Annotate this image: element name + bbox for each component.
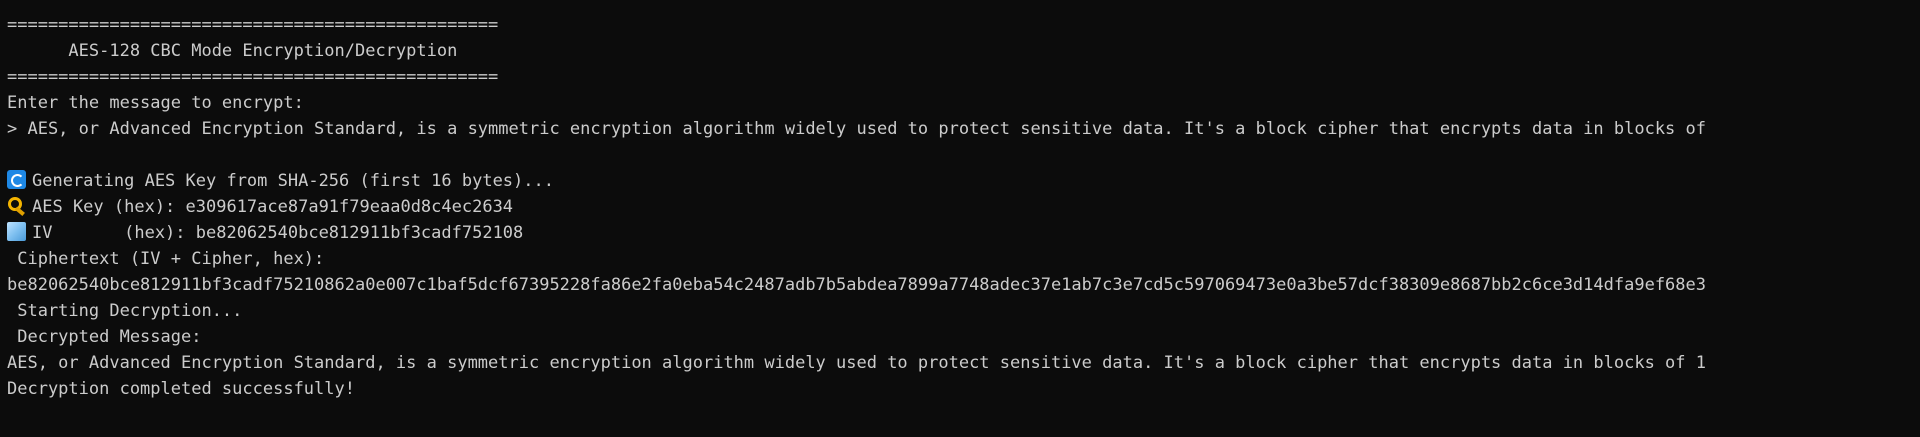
decryption-complete-line: Decryption completed successfully! (7, 379, 355, 399)
aes-key-line: AES Key (hex): e309617ace87a91f79eaa0d8c… (0, 194, 1920, 220)
banner-bottom-rule: ========================================… (7, 67, 499, 87)
generating-key-line: Generating AES Key from SHA-256 (first 1… (0, 168, 1920, 194)
user-input-line: > AES, or Advanced Encryption Standard, … (7, 119, 1706, 139)
generating-key-text: Generating AES Key from SHA-256 (first 1… (32, 171, 554, 191)
decrypted-message-value: AES, or Advanced Encryption Standard, is… (7, 353, 1706, 373)
refresh-icon (7, 170, 26, 189)
iv-line: IV (hex): be82062540bce812911bf3cadf7521… (0, 220, 1920, 246)
ice-cube-icon (7, 222, 26, 241)
key-icon (7, 196, 26, 215)
banner-top-rule: ========================================… (7, 15, 499, 35)
ciphertext-label: Ciphertext (IV + Cipher, hex): (7, 249, 325, 269)
terminal-window[interactable]: ========================================… (0, 0, 1920, 437)
starting-decryption-line: Starting Decryption... (7, 301, 243, 321)
banner-title: AES-128 CBC Mode Encryption/Decryption (7, 41, 458, 61)
ciphertext-value: be82062540bce812911bf3cadf75210862a0e007… (7, 275, 1706, 295)
decrypted-message-label: Decrypted Message: (7, 327, 202, 347)
input-prompt-label: Enter the message to encrypt: (7, 93, 304, 113)
iv-text: IV (hex): be82062540bce812911bf3cadf7521… (32, 223, 524, 243)
aes-key-text: AES Key (hex): e309617ace87a91f79eaa0d8c… (32, 197, 514, 217)
